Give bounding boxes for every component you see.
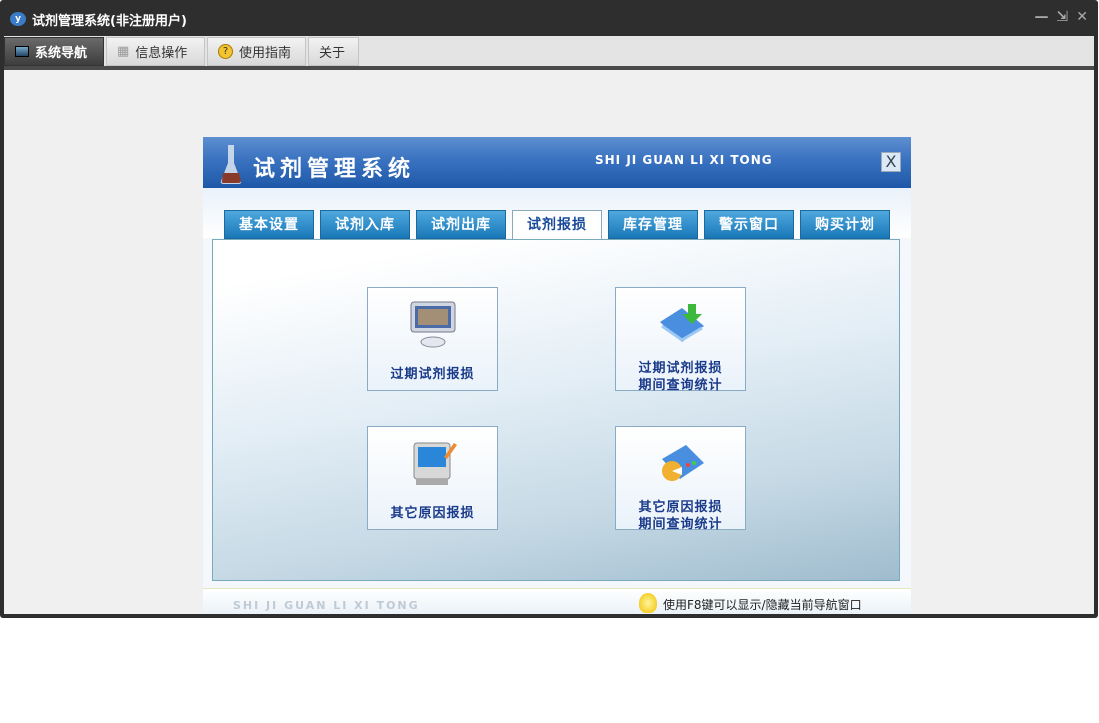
minimize-button[interactable]: — [1035,9,1049,25]
tab-reagent-out[interactable]: 试剂出库 [416,210,506,239]
panel-close-button[interactable]: X [881,152,901,172]
expired-loss-stats-button[interactable]: 过期试剂报损 期间查询统计 [615,287,746,393]
flask-icon [220,145,242,184]
panel-footer: SHI JI GUAN LI XI TONG 使用F8键可以显示/隐藏当前导航窗… [203,588,911,614]
title-bar: y 试剂管理系统(非注册用户) [10,9,187,29]
other-loss-stats-button[interactable]: 其它原因报损 期间查询统计 [615,426,746,532]
tab-label: 关于 [319,46,346,61]
help-icon: ? [218,44,233,59]
window-title: 试剂管理系统(非注册用户) [32,13,187,29]
nav-panel: 试剂管理系统 SHI JI GUAN LI XI TONG X 基本设置 试剂入… [203,137,911,614]
expired-loss-button[interactable]: 过期试剂报损 [367,287,498,391]
tab-user-guide[interactable]: ? 使用指南 [207,37,306,66]
folder-chart-icon [662,445,704,481]
footer-brand: SHI JI GUAN LI XI TONG [233,599,420,612]
tab-basic-settings[interactable]: 基本设置 [224,210,314,239]
tab-alerts[interactable]: 警示窗口 [704,210,794,239]
panel-title: 试剂管理系统 [253,157,416,182]
button-label: 过期试剂报损 期间查询统计 [638,361,723,393]
restore-button[interactable]: ⇲ [1057,9,1069,25]
tab-label: 使用指南 [239,46,292,61]
monitor-icon [15,46,29,57]
tab-about[interactable]: 关于 [308,37,359,66]
button-label: 过期试剂报损 [390,367,475,382]
top-tab-bar: 系统导航 ▦ 信息操作 ? 使用指南 关于 [4,36,1094,66]
tab-reagent-in[interactable]: 试剂入库 [320,210,410,239]
tab-purchase-plan[interactable]: 购买计划 [800,210,890,239]
close-button[interactable]: ✕ [1076,9,1088,25]
tab-inventory[interactable]: 库存管理 [608,210,698,239]
tab-info-ops[interactable]: ▦ 信息操作 [106,37,205,66]
other-loss-button[interactable]: 其它原因报损 [367,426,498,530]
button-label: 其它原因报损 [390,506,475,521]
tab-content: 过期试剂报损 过期试剂报损 期间查询统计 其它原因报损 其它原因报损 期间查询统计 [212,239,900,581]
tab-reagent-loss[interactable]: 试剂报损 [512,210,602,241]
footer-tip: 使用F8键可以显示/隐藏当前导航窗口 [663,598,862,612]
panel-subtitle: SHI JI GUAN LI XI TONG [595,153,773,167]
computer-icon [410,301,456,348]
app-logo-icon: y [10,12,26,26]
tab-label: 信息操作 [135,46,188,61]
computer-edit-icon [413,442,457,485]
button-label: 其它原因报损 期间查询统计 [638,500,723,532]
folder-download-icon [660,304,704,342]
tab-label: 系统导航 [35,46,88,61]
grid-icon: ▦ [117,44,130,59]
lightbulb-icon [639,593,657,613]
tab-system-nav[interactable]: 系统导航 [4,37,104,66]
panel-header: 试剂管理系统 SHI JI GUAN LI XI TONG X [203,137,911,188]
